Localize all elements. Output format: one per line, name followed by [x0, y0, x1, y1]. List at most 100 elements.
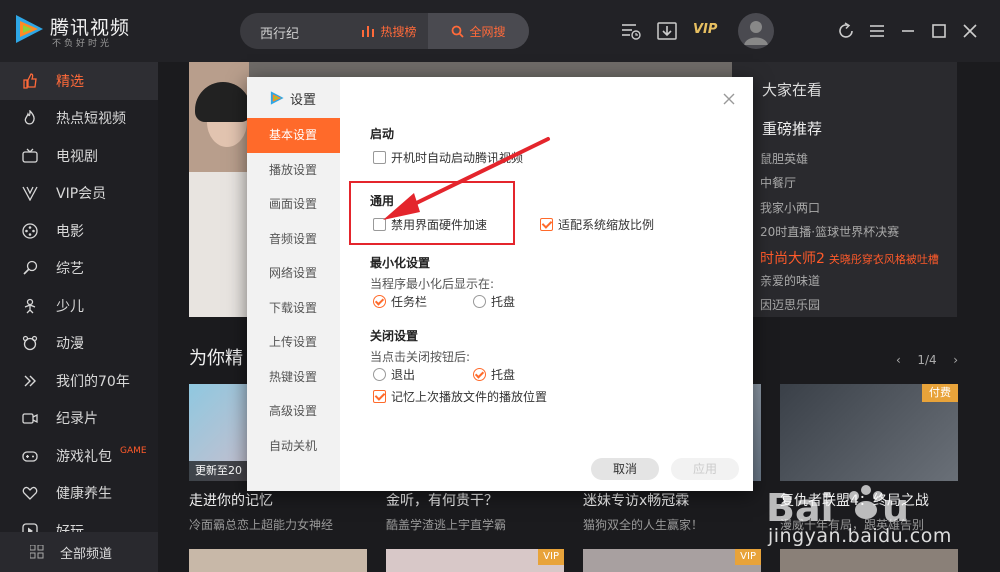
refresh-icon[interactable]: [835, 20, 857, 42]
sidebar-item-label: 动漫: [56, 336, 84, 353]
apply-button[interactable]: 应用: [671, 458, 739, 480]
autostart-label: 开机时自动启动腾讯视频: [391, 151, 524, 165]
settings-nav-item[interactable]: 高级设置: [247, 394, 340, 429]
hot-panel-title: 大家在看: [762, 81, 823, 99]
svg-text:Bai: Bai: [766, 486, 834, 530]
minimize-taskbar-label: 任务栏: [391, 295, 428, 309]
hot-list-item[interactable]: 亲爱的味道: [760, 272, 939, 296]
bar-chart-icon: [362, 26, 375, 37]
search-box[interactable]: 西行纪 热搜榜 全网搜: [240, 13, 529, 49]
film-reel-icon: [22, 223, 38, 239]
sidebar-item[interactable]: 纪录片: [0, 400, 158, 438]
close-heading: 关闭设置: [370, 329, 419, 343]
dialog-close-icon[interactable]: [721, 91, 737, 107]
hot-search-button[interactable]: 热搜榜: [350, 13, 428, 49]
sidebar-item[interactable]: 少儿: [0, 287, 158, 325]
video-card-6[interactable]: VIP: [386, 549, 564, 572]
kid-icon: [24, 298, 36, 314]
settings-nav-item[interactable]: 自动关机: [247, 429, 340, 464]
flame-icon: [24, 110, 35, 125]
startup-heading: 启动: [370, 127, 395, 141]
minimize-tray-radio[interactable]: [473, 295, 486, 308]
sidebar-item-label: 电影: [56, 223, 84, 240]
minimize-tray-option[interactable]: 托盘: [473, 293, 515, 310]
microphone-icon: [23, 261, 38, 275]
close-exit-option[interactable]: 退出: [373, 366, 415, 383]
sidebar-item[interactable]: 精选: [0, 62, 158, 100]
settings-nav-item[interactable]: 上传设置: [247, 325, 340, 360]
hot-list-item[interactable]: 中餐厅: [760, 174, 939, 198]
close-tray-option[interactable]: 托盘: [473, 366, 515, 383]
close-tray-radio[interactable]: [473, 368, 486, 381]
autostart-option[interactable]: 开机时自动启动腾讯视频: [373, 149, 523, 166]
hot-list-item[interactable]: 鼠胆英雄: [760, 150, 939, 174]
sidebar-item[interactable]: 动漫: [0, 325, 158, 363]
autostart-checkbox[interactable]: [373, 151, 386, 164]
sidebar-item[interactable]: 热点短视频: [0, 100, 158, 138]
close-exit-radio[interactable]: [373, 368, 386, 381]
card-title[interactable]: 走进你的记忆: [189, 490, 273, 510]
vip-badge[interactable]: VIP: [693, 22, 717, 37]
settings-nav-item[interactable]: 下载设置: [247, 291, 340, 326]
remember-position-checkbox[interactable]: [373, 390, 386, 403]
card-title[interactable]: 金听，有何贵干？: [386, 490, 498, 510]
close-icon[interactable]: [959, 20, 981, 42]
cancel-button[interactable]: 取消: [591, 458, 659, 480]
top-bar: 腾讯视频 不负好时光 西行纪 热搜榜 全网搜 VIP: [0, 0, 1000, 62]
game-tag: GAME: [120, 445, 147, 456]
download-icon[interactable]: [656, 20, 678, 42]
camera-icon: [22, 413, 38, 424]
all-channels-button[interactable]: 全部频道: [0, 532, 158, 572]
minimize-taskbar-radio[interactable]: [373, 295, 386, 308]
card-title[interactable]: 迷妹专访x畅冠霖: [583, 490, 689, 510]
sidebar-item[interactable]: 综艺: [0, 250, 158, 288]
sidebar-item-label: 我们的70年: [56, 373, 130, 390]
history-list-icon[interactable]: [620, 20, 642, 42]
sidebar-item[interactable]: 电视剧: [0, 137, 158, 175]
settings-nav-item[interactable]: 播放设置: [247, 153, 340, 188]
search-input[interactable]: 西行纪: [260, 23, 299, 42]
scale-option[interactable]: 适配系统缩放比例: [540, 216, 654, 233]
svg-text:u: u: [882, 486, 909, 530]
settings-nav-item[interactable]: 画面设置: [247, 187, 340, 222]
gamepad-icon: [22, 451, 38, 462]
settings-nav-item[interactable]: 音频设置: [247, 222, 340, 257]
hero-image-coat: [189, 172, 249, 317]
app-window: 腾讯视频 不负好时光 西行纪 热搜榜 全网搜 VIP 精选 热点短视频 电视剧 VIP…: [0, 0, 1000, 572]
brand-slogan: 不负好时光: [52, 39, 113, 49]
maximize-icon[interactable]: [928, 20, 950, 42]
hot-list-item[interactable]: 时尚大师2 关晓彤穿衣风格被吐槽: [760, 248, 939, 272]
minimize-heading: 最小化设置: [370, 256, 431, 270]
sidebar-item-label: 健康养生: [56, 486, 112, 503]
hot-list-item[interactable]: 我家小两口: [760, 199, 939, 223]
sidebar-item[interactable]: VIP会员: [0, 175, 158, 213]
sidebar-item[interactable]: 电影: [0, 212, 158, 250]
search-icon: [452, 25, 465, 38]
minimize-hint: 当程序最小化后显示在:: [370, 277, 495, 291]
remember-position-option[interactable]: 记忆上次播放文件的播放位置: [373, 388, 547, 405]
video-card-5[interactable]: [189, 549, 367, 572]
sidebar-item-label: 少儿: [56, 298, 84, 315]
settings-nav-item[interactable]: 基本设置: [247, 118, 340, 153]
prev-icon[interactable]: ‹: [896, 353, 901, 367]
sidebar-item[interactable]: 健康养生: [0, 475, 158, 513]
video-card-7[interactable]: VIP: [583, 549, 761, 572]
settings-nav-item[interactable]: 网络设置: [247, 256, 340, 291]
tencent-video-logo-icon[interactable]: [12, 12, 46, 46]
settings-nav-item[interactable]: 热键设置: [247, 360, 340, 395]
minimize-taskbar-option[interactable]: 任务栏: [373, 293, 427, 310]
all-web-search-button[interactable]: 全网搜: [428, 13, 529, 49]
scale-label: 适配系统缩放比例: [558, 218, 655, 232]
menu-icon[interactable]: [866, 20, 888, 42]
hot-list: 鼠胆英雄 中餐厅 我家小两口 20时直播·篮球世界杯决赛 时尚大师2 关晓彤穿衣风格被吐槽…: [760, 150, 939, 321]
next-icon[interactable]: ›: [953, 353, 958, 367]
minimize-icon[interactable]: [897, 20, 919, 42]
sidebar-item[interactable]: 游戏礼包 GAME: [0, 437, 158, 475]
avatar[interactable]: [738, 13, 774, 49]
sidebar-item-label: 游戏礼包: [56, 448, 112, 465]
sidebar-item[interactable]: 我们的70年: [0, 362, 158, 400]
hot-list-item[interactable]: 20时直播·篮球世界杯决赛: [760, 223, 939, 247]
scale-checkbox[interactable]: [540, 218, 553, 231]
hot-list-item[interactable]: 因迈思乐园: [760, 296, 939, 320]
hot-panel-subtitle: 重磅推荐: [762, 120, 823, 138]
